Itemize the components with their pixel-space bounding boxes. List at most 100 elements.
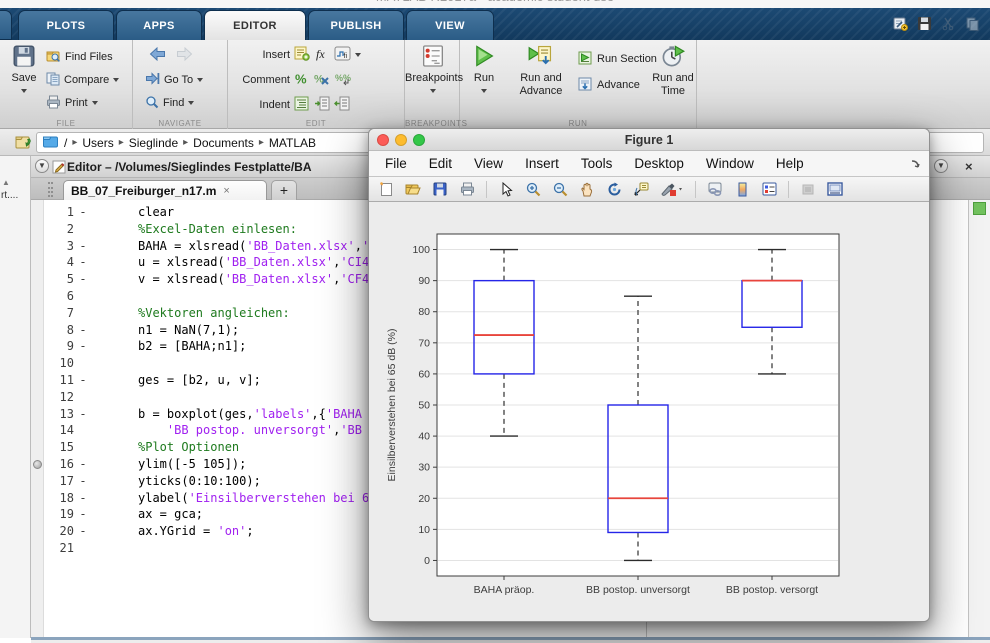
breadcrumb-segment[interactable]: Users xyxy=(82,136,113,150)
show-plot-tools-dock-icon[interactable] xyxy=(826,180,844,198)
print-button[interactable]: Print xyxy=(46,94,98,112)
brush-data-icon[interactable] xyxy=(659,180,685,198)
code-line: 3-BAHA = xlsread('BB_Daten.xlsx','C xyxy=(44,238,376,255)
editor-close-button[interactable]: × xyxy=(965,159,973,174)
new-figure-icon[interactable] xyxy=(377,180,395,198)
toolbar-separator xyxy=(695,181,696,198)
window-title: MATLAB R2017a - academic student use xyxy=(0,0,990,4)
menu-window[interactable]: Window xyxy=(706,156,754,171)
save-icon[interactable] xyxy=(917,16,932,31)
uncomment-icon[interactable]: % xyxy=(314,71,331,89)
tab-grip-handle[interactable] xyxy=(48,182,53,197)
breadcrumb-segment[interactable]: / xyxy=(64,136,67,150)
menu-desktop[interactable]: Desktop xyxy=(634,156,684,171)
forward-arrow-icon[interactable] xyxy=(176,47,193,64)
breakpoints-button[interactable]: Breakpoints xyxy=(405,44,460,97)
figure-canvas[interactable]: BAHA präop.BB postop. unversorgtBB posto… xyxy=(369,202,929,621)
code-line: 20-ax.YGrid = 'on'; xyxy=(44,523,376,540)
ribbon-section-navigate: Go To Find NAVIGATE xyxy=(133,40,228,129)
breadcrumb-segment[interactable]: MATLAB xyxy=(269,136,316,150)
save-button[interactable]: Save xyxy=(6,44,42,97)
svg-text:fi: fi xyxy=(344,53,348,60)
goto-button[interactable]: Go To xyxy=(145,71,203,89)
tab-close-icon[interactable]: × xyxy=(223,185,229,197)
back-arrow-icon[interactable] xyxy=(149,47,166,64)
svg-text:60: 60 xyxy=(418,368,430,380)
menu-insert[interactable]: Insert xyxy=(525,156,559,171)
insert-section-icon[interactable] xyxy=(294,46,310,64)
menu-file[interactable]: File xyxy=(385,156,407,171)
open-file-icon[interactable] xyxy=(404,180,422,198)
advance-button[interactable]: Advance xyxy=(578,76,640,94)
tab-view[interactable]: VIEW xyxy=(406,10,494,40)
save-figure-icon[interactable] xyxy=(431,180,449,198)
find-files-button[interactable]: Find Files xyxy=(46,48,113,66)
breadcrumb-segment[interactable]: Sieglinde xyxy=(129,136,178,150)
insert-legend-icon[interactable] xyxy=(760,180,778,198)
rotate-3d-icon[interactable] xyxy=(605,180,623,198)
ribbon-section-file: Save Find Files Compare Print FILE xyxy=(0,40,133,129)
side-panel: ▲ rt.... xyxy=(0,156,31,638)
ribbon-section-breakpoints: Breakpoints BREAKPOINTS xyxy=(405,40,460,129)
document-tab[interactable]: BB_07_Freiburger_n17.m × xyxy=(63,180,267,200)
svg-text:BB postop. unversorgt: BB postop. unversorgt xyxy=(586,584,690,596)
menu-edit[interactable]: Edit xyxy=(429,156,452,171)
breakpoints-icon xyxy=(405,44,460,71)
breakpoint-gutter[interactable] xyxy=(31,200,44,637)
panel-menu-button[interactable]: ▼ xyxy=(35,159,49,173)
copy-icon[interactable] xyxy=(965,16,980,31)
link-plot-icon[interactable] xyxy=(706,180,724,198)
new-script-icon[interactable] xyxy=(893,16,908,31)
compare-button[interactable]: Compare xyxy=(46,71,119,89)
print-icon xyxy=(46,95,61,112)
tab-publish[interactable]: PUBLISH xyxy=(308,10,404,40)
zoom-in-icon[interactable] xyxy=(524,180,542,198)
figure-titlebar[interactable]: Figure 1 xyxy=(369,129,929,151)
svg-text:BB postop. versorgt: BB postop. versorgt xyxy=(726,584,818,596)
figure-window[interactable]: Figure 1 File Edit View Insert Tools Des… xyxy=(368,128,930,622)
data-cursor-icon[interactable] xyxy=(632,180,650,198)
breakpoints-dropdown-caret xyxy=(430,89,436,93)
print-figure-icon[interactable] xyxy=(458,180,476,198)
tab-home-partial[interactable] xyxy=(0,10,12,40)
code-line: 13-b = boxplot(ges,'labels',{'BAHA p xyxy=(44,406,376,423)
insert-colorbar-icon[interactable] xyxy=(733,180,751,198)
code-analyzer-bar[interactable] xyxy=(968,200,990,637)
menu-view[interactable]: View xyxy=(474,156,503,171)
insert-fi-icon[interactable]: fi xyxy=(334,46,351,64)
svg-text:70: 70 xyxy=(418,337,430,349)
tab-editor[interactable]: EDITOR xyxy=(204,10,306,40)
code-lines: 1-clear2%Excel-Daten einlesen:3-BAHA = x… xyxy=(44,204,376,557)
svg-text:90: 90 xyxy=(418,275,430,287)
menu-help[interactable]: Help xyxy=(776,156,804,171)
run-and-time-button[interactable]: Run and Time xyxy=(652,44,694,97)
pan-hand-icon[interactable] xyxy=(578,180,596,198)
dock-figure-icon[interactable] xyxy=(910,157,921,175)
analyzer-status-indicator[interactable] xyxy=(973,202,986,215)
browse-folder-icon[interactable] xyxy=(15,134,32,155)
menu-tools[interactable]: Tools xyxy=(581,156,613,171)
comment-icon[interactable]: % xyxy=(294,71,310,89)
svg-text:40: 40 xyxy=(418,431,430,443)
wrap-comments-icon[interactable]: %% xyxy=(335,71,352,89)
edit-plot-cursor-icon[interactable] xyxy=(497,180,515,198)
indent-right-icon[interactable] xyxy=(314,96,330,114)
indent-left-icon[interactable] xyxy=(334,96,350,114)
hide-plot-tools-icon[interactable] xyxy=(799,180,817,198)
breadcrumb-separator: ▸ xyxy=(116,137,127,148)
breadcrumb-segment[interactable]: Documents xyxy=(193,136,254,150)
run-and-advance-button[interactable]: Run and Advance xyxy=(510,44,572,97)
cut-icon[interactable] xyxy=(941,16,956,31)
gutter-marker[interactable] xyxy=(33,460,42,469)
find-button[interactable]: Find xyxy=(145,94,194,112)
tab-plots[interactable]: PLOTS xyxy=(18,10,114,40)
run-button[interactable]: Run xyxy=(466,44,502,97)
tab-apps[interactable]: APPS xyxy=(116,10,202,40)
new-document-tab-button[interactable]: + xyxy=(271,180,297,200)
editor-menu-button[interactable]: ▼ xyxy=(934,159,948,173)
smart-indent-icon[interactable] xyxy=(294,96,310,114)
run-section-button[interactable]: Run Section xyxy=(578,50,657,68)
zoom-out-icon[interactable] xyxy=(551,180,569,198)
sort-arrow[interactable]: ▲ xyxy=(2,178,10,187)
insert-function-icon[interactable]: fx xyxy=(314,46,330,64)
